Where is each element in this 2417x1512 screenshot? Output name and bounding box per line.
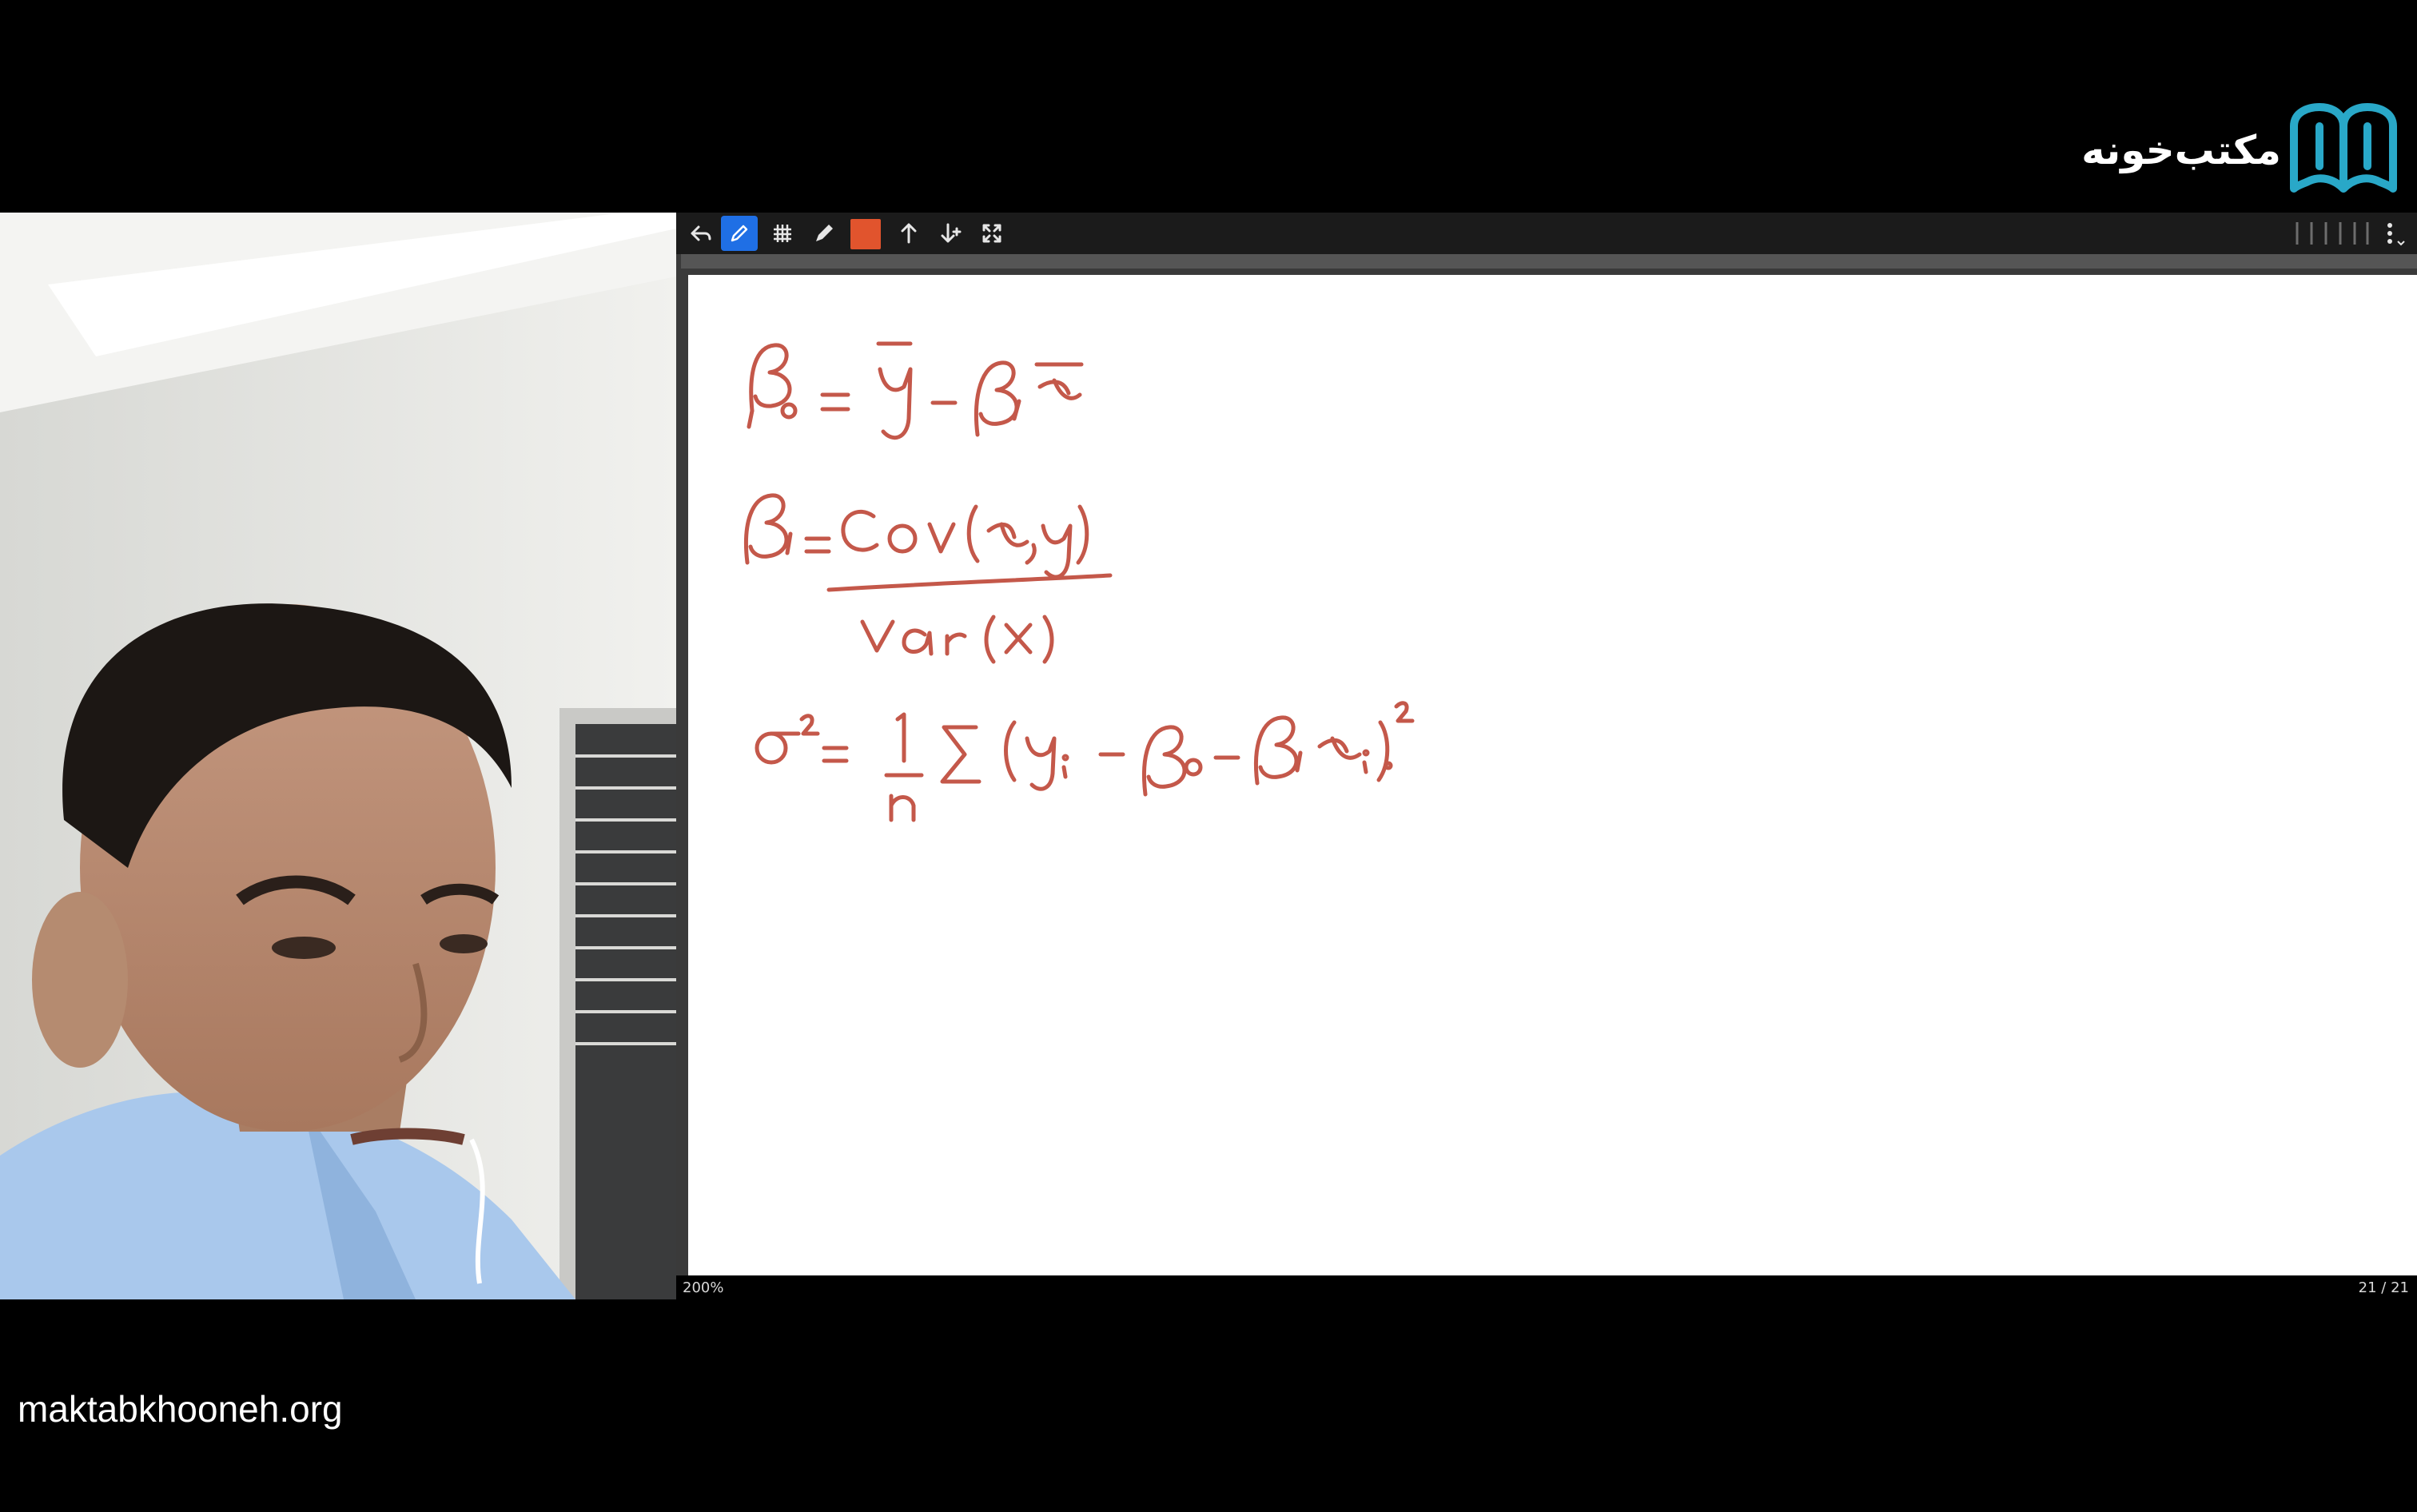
grid-button[interactable] — [764, 216, 801, 251]
eraser-button[interactable] — [806, 216, 842, 251]
zoom-level[interactable]: 200% — [683, 1279, 723, 1296]
arrow-down-icon — [941, 223, 962, 243]
arrow-up-icon — [901, 223, 917, 244]
brand-name: مکتب‌خونه — [2081, 127, 2281, 173]
page-up-button[interactable] — [890, 216, 927, 251]
whiteboard-canvas[interactable] — [688, 275, 2417, 1275]
page-strip-icon — [2296, 222, 2369, 245]
whiteboard-app: 200% 21 / 21 — [676, 213, 2417, 1299]
fullscreen-icon — [982, 224, 1001, 243]
eraser-icon — [816, 225, 833, 241]
undo-button[interactable] — [683, 216, 719, 251]
more-menu-icon — [2387, 223, 2405, 246]
fullscreen-button[interactable] — [974, 216, 1010, 251]
website-url: maktabkhooneh.org — [18, 1388, 343, 1430]
pen-icon — [731, 225, 748, 242]
brand: مکتب‌خونه — [2081, 102, 2399, 198]
equation-beta1 — [743, 493, 1113, 664]
page-strip[interactable] — [2291, 219, 2371, 248]
page-indicator: 21 / 21 — [2358, 1279, 2409, 1296]
page-down-button[interactable] — [932, 216, 969, 251]
webcam-video — [0, 213, 676, 1299]
equation-beta0 — [747, 341, 1084, 440]
open-book-logo-icon — [2290, 103, 2397, 193]
status-bar: 200% 21 / 21 — [676, 1275, 2417, 1299]
handwritten-equations — [743, 341, 1415, 822]
equation-sigma2 — [755, 701, 1415, 822]
more-menu-button[interactable] — [2377, 219, 2409, 248]
toolbar-divider — [681, 254, 2417, 269]
grid-icon — [774, 225, 791, 242]
toolbar — [676, 213, 2417, 254]
pen-tool-button[interactable] — [721, 216, 758, 251]
presenter-video — [0, 213, 676, 1299]
color-swatch[interactable] — [850, 219, 881, 249]
undo-icon — [691, 225, 711, 241]
